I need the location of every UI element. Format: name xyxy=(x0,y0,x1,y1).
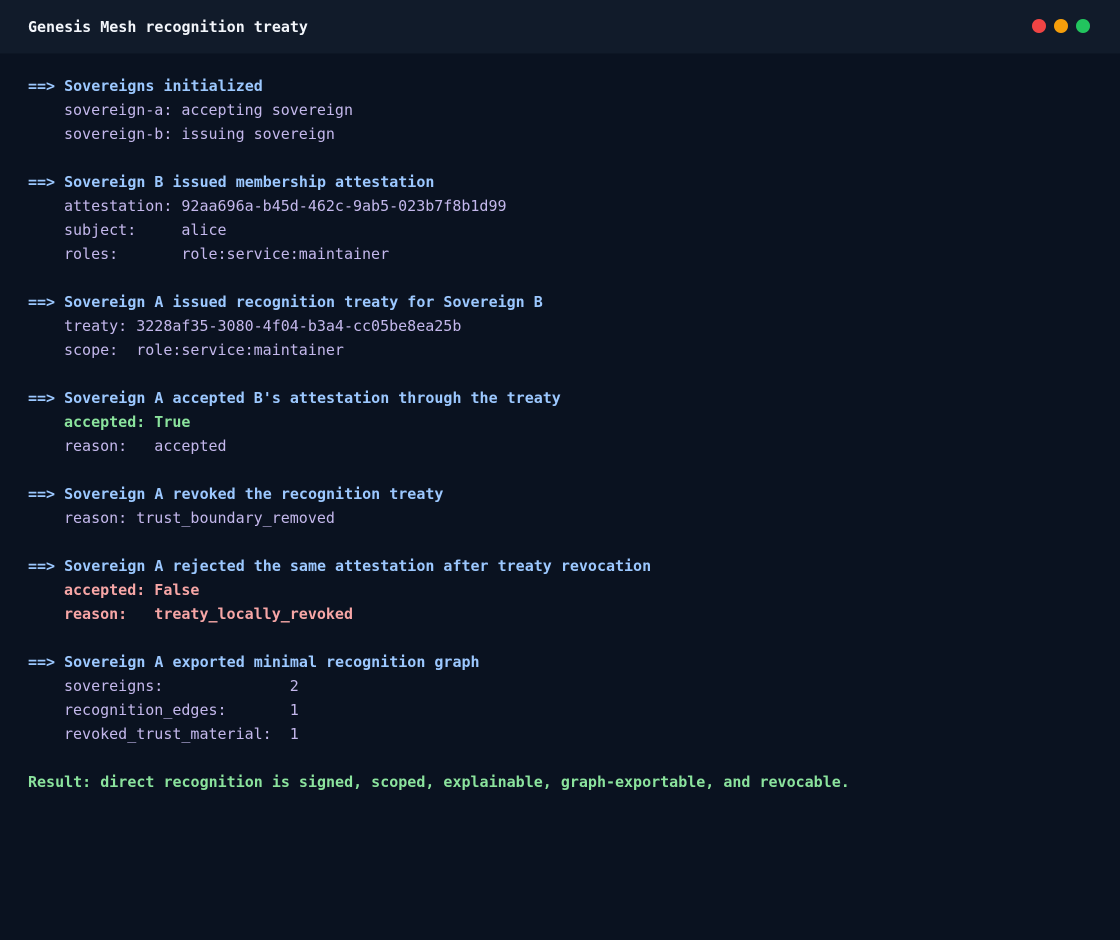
terminal-window: Genesis Mesh recognition treaty ==> Sove… xyxy=(0,0,1120,940)
status-line-accepted: accepted: True xyxy=(64,413,191,431)
title-bar: Genesis Mesh recognition treaty xyxy=(0,0,1120,54)
section-recognition-treaty: ==> Sovereign A issued recognition treat… xyxy=(28,290,1088,362)
maximize-icon[interactable] xyxy=(1076,19,1090,33)
status-line-rejected: accepted: False xyxy=(64,581,200,599)
result-line: Result: direct recognition is signed, sc… xyxy=(28,773,850,791)
detail-line: sovereigns: 2 xyxy=(64,677,299,695)
detail-line: subject: alice xyxy=(64,221,227,239)
detail-line: treaty: 3228af35-3080-4f04-b3a4-cc05be8e… xyxy=(64,317,462,335)
detail-line: roles: role:service:maintainer xyxy=(64,245,390,263)
section-heading: ==> Sovereign A revoked the recognition … xyxy=(28,485,444,503)
section-recognition-graph: ==> Sovereign A exported minimal recogni… xyxy=(28,650,1088,746)
section-rejected-attestation: ==> Sovereign A rejected the same attest… xyxy=(28,554,1088,626)
section-accepted-attestation: ==> Sovereign A accepted B's attestation… xyxy=(28,386,1088,458)
status-line-rejected-reason: reason: treaty_locally_revoked xyxy=(64,605,353,623)
terminal-output: ==> Sovereigns initialized sovereign-a: … xyxy=(28,74,1088,794)
section-heading: ==> Sovereign A issued recognition treat… xyxy=(28,293,543,311)
minimize-icon[interactable] xyxy=(1054,19,1068,33)
section-revoked-treaty: ==> Sovereign A revoked the recognition … xyxy=(28,482,1088,530)
detail-line: sovereign-a: accepting sovereign xyxy=(64,101,353,119)
section-heading: ==> Sovereigns initialized xyxy=(28,77,263,95)
detail-line: reason: trust_boundary_removed xyxy=(64,509,335,527)
window-controls xyxy=(1032,19,1090,33)
section-heading: ==> Sovereign A rejected the same attest… xyxy=(28,557,652,575)
close-icon[interactable] xyxy=(1032,19,1046,33)
detail-line: scope: role:service:maintainer xyxy=(64,341,344,359)
detail-line: sovereign-b: issuing sovereign xyxy=(64,125,335,143)
section-heading: ==> Sovereign A accepted B's attestation… xyxy=(28,389,561,407)
section-heading: ==> Sovereign A exported minimal recogni… xyxy=(28,653,480,671)
window-title: Genesis Mesh recognition treaty xyxy=(28,18,308,36)
section-sovereigns-initialized: ==> Sovereigns initialized sovereign-a: … xyxy=(28,74,1088,146)
section-membership-attestation: ==> Sovereign B issued membership attest… xyxy=(28,170,1088,266)
detail-line: attestation: 92aa696a-b45d-462c-9ab5-023… xyxy=(64,197,507,215)
detail-line: reason: accepted xyxy=(64,437,227,455)
detail-line: revoked_trust_material: 1 xyxy=(64,725,299,743)
detail-line: recognition_edges: 1 xyxy=(64,701,299,719)
section-heading: ==> Sovereign B issued membership attest… xyxy=(28,173,435,191)
